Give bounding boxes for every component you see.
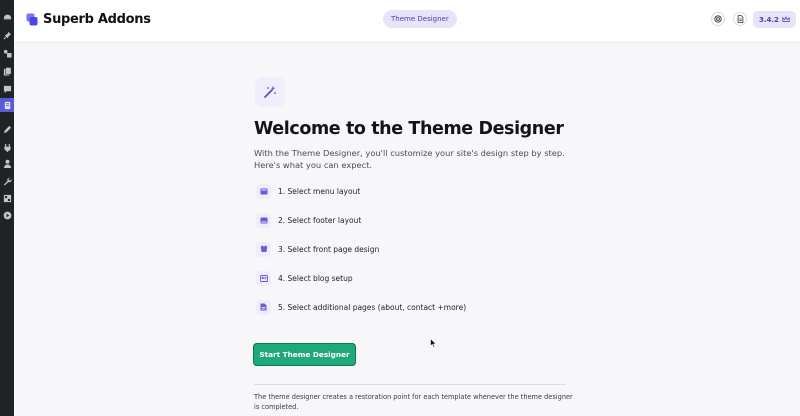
media-icon[interactable] xyxy=(2,48,12,58)
step-label: 3. Select front page design xyxy=(278,244,380,254)
mouse-pointer-icon xyxy=(430,338,437,348)
main-content: Welcome to the Theme Designer With the T… xyxy=(14,43,800,416)
front-page-icon xyxy=(256,241,271,257)
step-item: 2. Select footer layout xyxy=(256,212,361,228)
dashboard-icon[interactable] xyxy=(2,10,12,20)
magic-wand-icon xyxy=(264,86,276,98)
document-icon xyxy=(737,15,743,23)
lifebuoy-icon xyxy=(714,15,722,23)
step-item: 3. Select front page design xyxy=(256,241,379,257)
step-item: 4. Select blog setup xyxy=(256,270,353,286)
plugins-icon[interactable] xyxy=(2,142,12,152)
start-theme-designer-button[interactable]: Start Theme Designer xyxy=(253,343,356,366)
documentation-button[interactable] xyxy=(733,12,747,26)
tools-icon[interactable] xyxy=(2,176,12,186)
version-badge[interactable]: 3.4.2 xyxy=(753,11,796,28)
step-label: 5. Select additional pages (about, conta… xyxy=(278,302,467,312)
brand-title: Superb Addons xyxy=(43,12,151,27)
menu-layout-icon xyxy=(256,183,271,199)
support-button[interactable] xyxy=(711,12,725,26)
appearance-icon[interactable] xyxy=(2,124,12,134)
page-title: Welcome to the Theme Designer xyxy=(254,119,564,139)
admin-sidebar xyxy=(0,0,14,416)
users-icon[interactable] xyxy=(2,158,12,168)
page-subtitle: With the Theme Designer, you'll customiz… xyxy=(254,148,565,170)
brand: Superb Addons xyxy=(26,12,151,27)
step-label: 4. Select blog setup xyxy=(278,273,353,283)
hero-icon-tile xyxy=(255,77,285,107)
step-item: 5. Select additional pages (about, conta… xyxy=(256,299,466,315)
step-label: 1. Select menu layout xyxy=(278,186,361,196)
pages-icon xyxy=(256,299,271,315)
app-header: Superb Addons Theme Designer 3.4.2 xyxy=(14,0,800,43)
step-item: 1. Select menu layout xyxy=(256,183,360,199)
superb-logo-icon xyxy=(26,13,38,26)
blog-icon xyxy=(256,270,271,286)
restoration-footnote: The theme designer creates a restoration… xyxy=(254,393,573,411)
superb-addons-icon[interactable] xyxy=(0,98,14,112)
divider xyxy=(254,384,566,385)
pages-sidebar-icon[interactable] xyxy=(2,66,12,76)
version-number: 3.4.2 xyxy=(759,15,779,24)
theme-designer-pill: Theme Designer xyxy=(383,10,457,28)
settings-icon[interactable] xyxy=(2,193,12,203)
pin-icon[interactable] xyxy=(2,30,12,40)
footer-layout-icon xyxy=(256,212,271,228)
comments-icon[interactable] xyxy=(2,84,12,94)
step-label: 2. Select footer layout xyxy=(278,215,362,225)
collapse-menu-icon[interactable] xyxy=(2,210,12,220)
crown-icon xyxy=(782,16,790,22)
